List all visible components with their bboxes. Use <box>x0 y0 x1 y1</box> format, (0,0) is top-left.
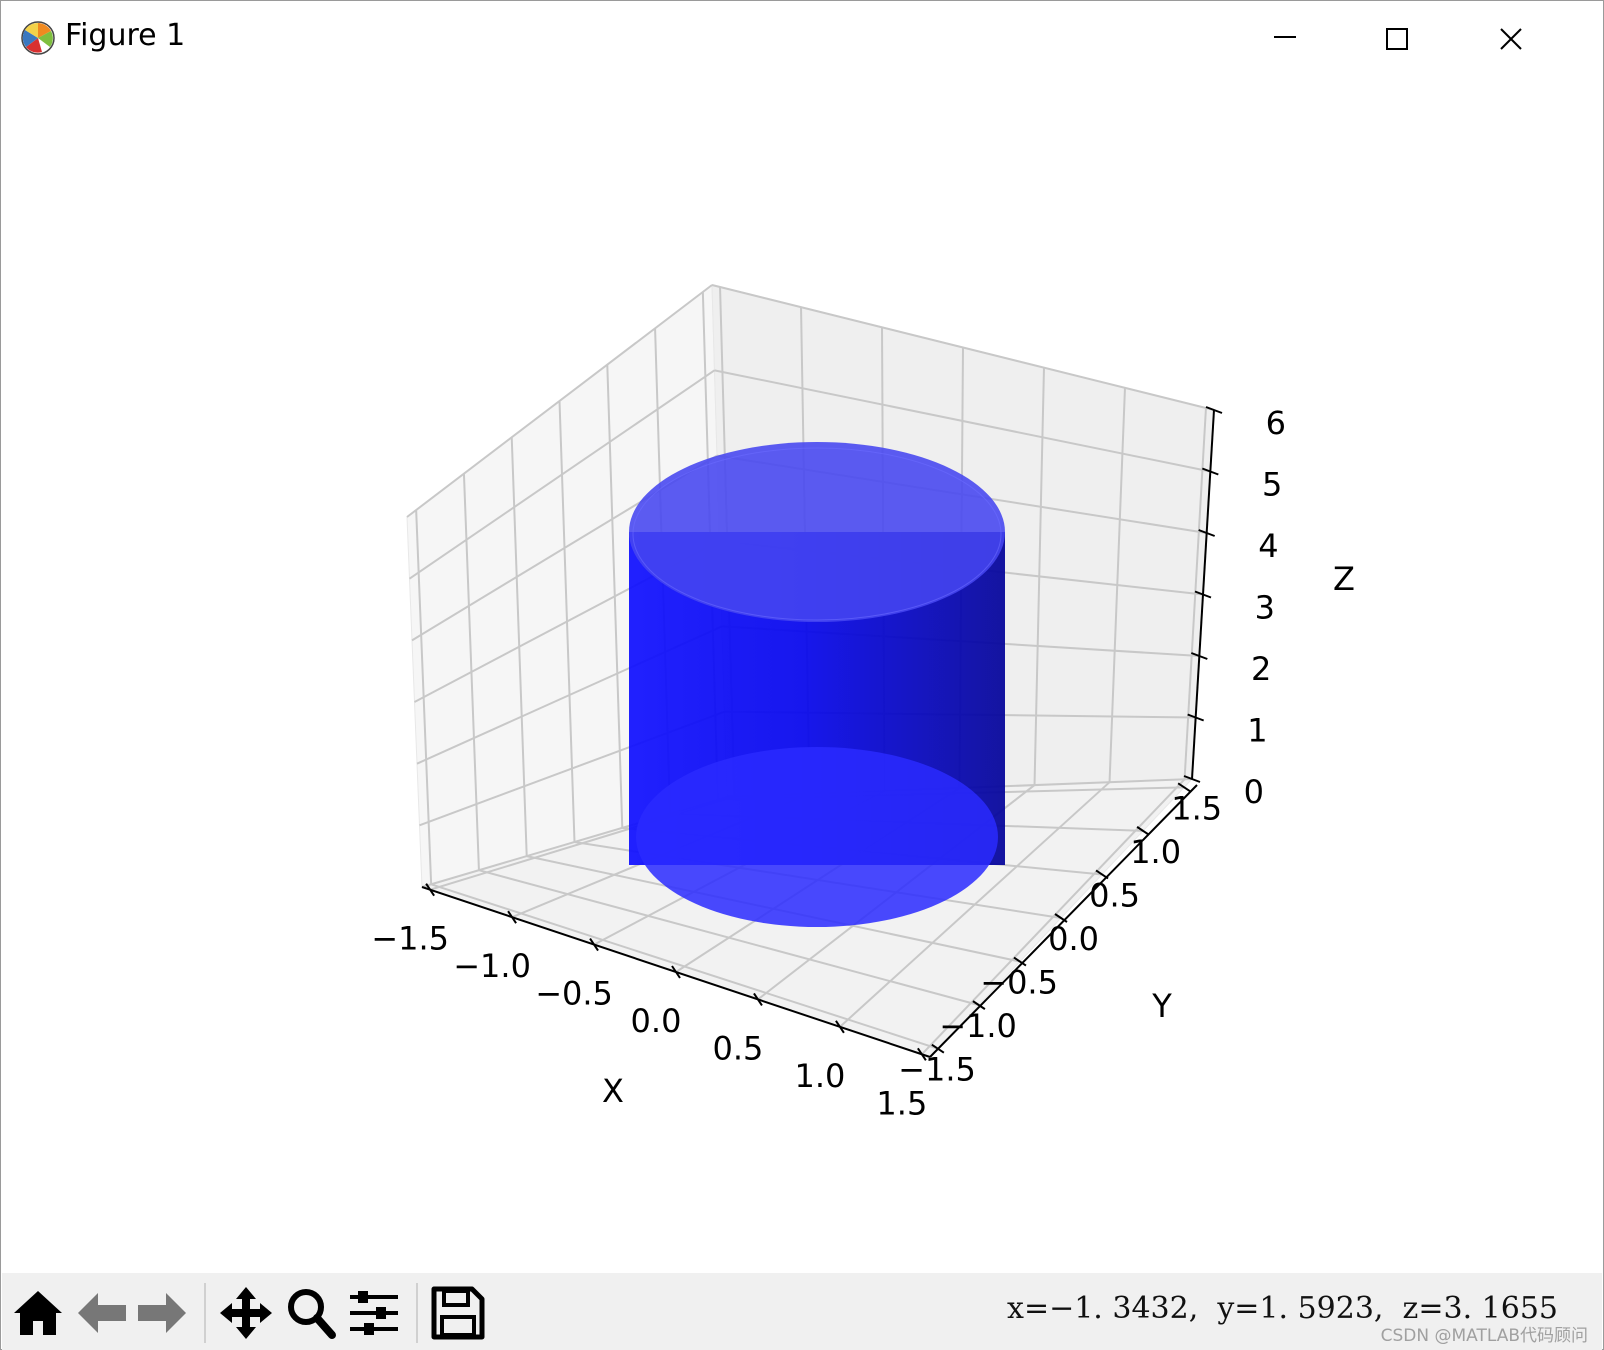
y-tick-label: −1.5 <box>898 1051 976 1089</box>
x-tick-label: −1.5 <box>371 920 449 958</box>
window-title: Figure 1 <box>65 18 186 53</box>
y-tick-label: 0.5 <box>1089 876 1140 914</box>
z-tick-label: 4 <box>1258 527 1278 565</box>
cylinder-top-rim <box>629 442 1005 622</box>
pan-button[interactable] <box>216 1285 276 1341</box>
title-bar: Figure 1 <box>2 2 1602 72</box>
z-tick-label: 6 <box>1266 404 1286 442</box>
forward-button[interactable] <box>132 1285 192 1341</box>
save-icon <box>431 1286 485 1340</box>
z-tick-label: 5 <box>1262 466 1282 504</box>
z-tick-label: 3 <box>1255 589 1275 627</box>
x-axis-label: X <box>602 1072 624 1110</box>
toolbar-separator <box>416 1283 418 1343</box>
minimize-icon <box>1274 36 1296 38</box>
save-button[interactable] <box>428 1285 488 1341</box>
toolbar-separator <box>204 1283 206 1343</box>
cylinder-surface <box>629 442 1005 927</box>
x-tick-label: −1.0 <box>453 947 531 985</box>
maximize-icon <box>1386 28 1408 50</box>
y-tick-label: 1.0 <box>1130 833 1181 871</box>
figure-window: Figure 1 −1.5 −1.0 −0.5 0.0 0.5 1.0 1.5 … <box>0 0 1604 1350</box>
configure-subplots-icon <box>350 1291 398 1335</box>
z-tick-label: 0 <box>1244 773 1264 811</box>
home-button[interactable] <box>8 1285 68 1341</box>
navigation-toolbar: x=−1. 3432, y=1. 5923, z=3. 1655 CSDN @M… <box>2 1273 1602 1350</box>
y-tick-label: −0.5 <box>980 964 1058 1002</box>
forward-icon <box>138 1293 186 1333</box>
axes-3d[interactable]: −1.5−1.0−0.50.00.51.01.5−1.5−1.0−0.50.00… <box>2 72 1602 1272</box>
watermark: CSDN @MATLAB代码顾问 <box>1380 1326 1588 1346</box>
x-tick-label: 1.5 <box>876 1084 927 1122</box>
close-button[interactable] <box>1462 8 1558 68</box>
back-button[interactable] <box>72 1285 132 1341</box>
maximize-button[interactable] <box>1348 8 1444 68</box>
x-tick-label: −0.5 <box>535 975 613 1013</box>
zoom-button[interactable] <box>282 1285 342 1341</box>
cylinder-bottom-rim <box>636 747 998 927</box>
configure-subplots-button[interactable] <box>346 1285 406 1341</box>
z-axis-label: Z <box>1333 560 1355 598</box>
z-tick-label: 2 <box>1251 650 1271 688</box>
z-tick-label: 1 <box>1247 712 1267 750</box>
y-tick-label: −1.0 <box>939 1007 1017 1045</box>
close-icon <box>1500 28 1522 50</box>
x-tick-label: 0.0 <box>631 1002 682 1040</box>
minimize-button[interactable] <box>1236 8 1332 68</box>
x-tick-label: 1.0 <box>794 1057 845 1095</box>
home-icon <box>14 1291 62 1335</box>
matplotlib-logo-icon <box>21 21 55 55</box>
x-tick-label: 0.5 <box>713 1029 764 1067</box>
back-icon <box>78 1293 126 1333</box>
y-tick-label: 0.0 <box>1048 920 1099 958</box>
zoom-icon <box>288 1289 336 1339</box>
pan-icon <box>220 1287 272 1339</box>
y-axis-label: Y <box>1151 987 1172 1025</box>
figure-canvas[interactable]: −1.5 −1.0 −0.5 0.0 0.5 1.0 1.5 −1.5 −1.0 −0.5 0.0 0… <box>2 72 1602 1272</box>
y-tick-label: 1.5 <box>1171 789 1222 827</box>
